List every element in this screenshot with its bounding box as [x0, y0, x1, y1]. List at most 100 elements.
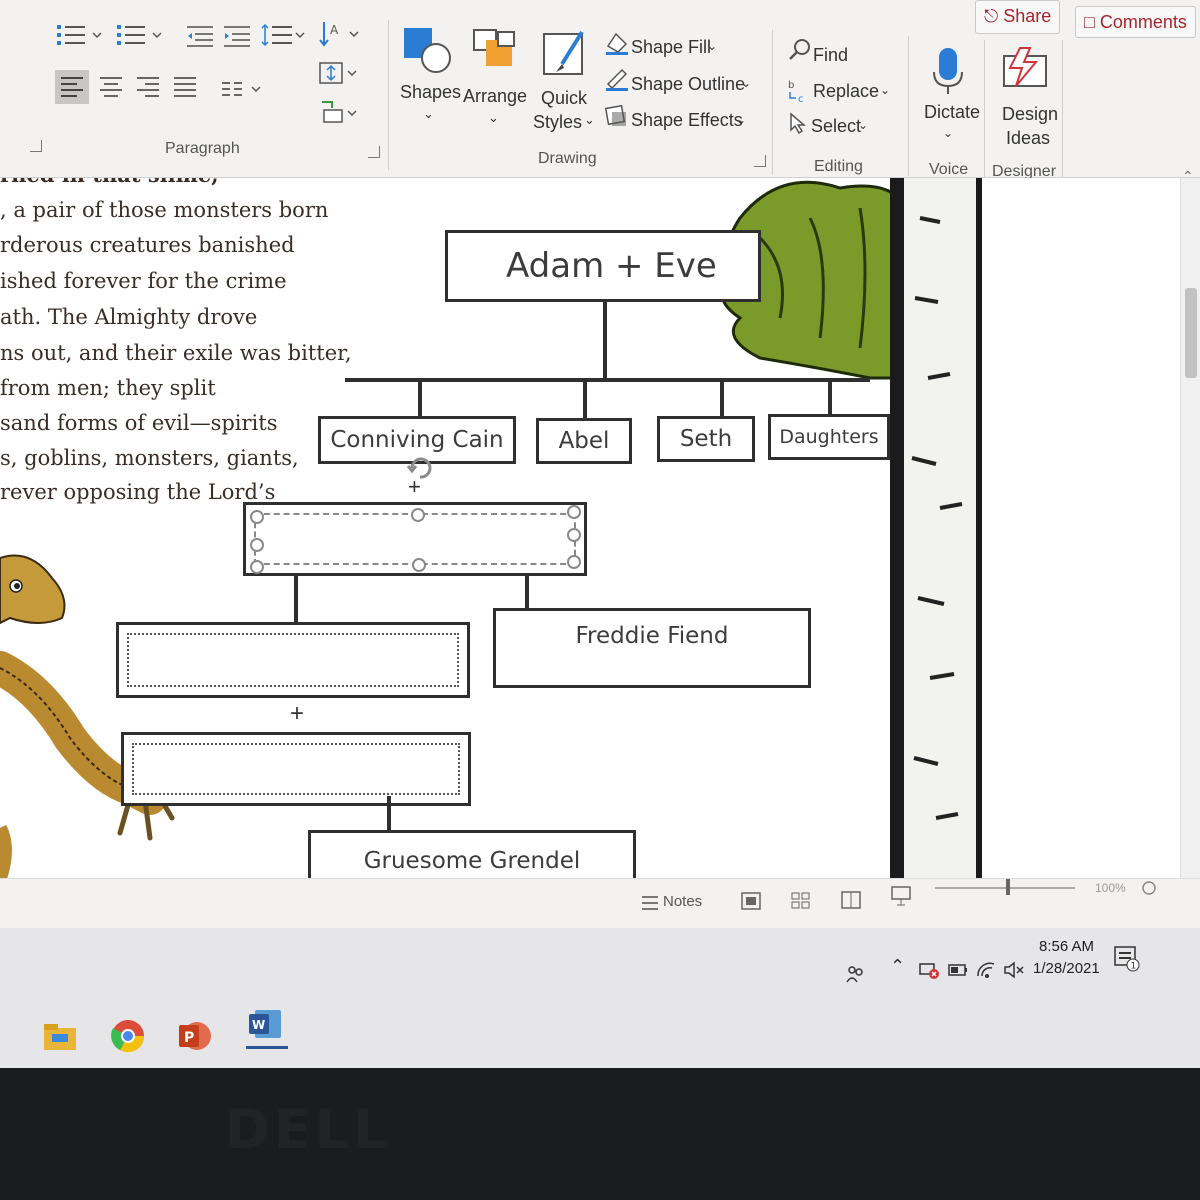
quick-styles-label-2[interactable]: Styles	[533, 112, 582, 133]
align-right-icon[interactable]	[133, 72, 163, 102]
scroll-thumb[interactable]	[1185, 288, 1197, 378]
paragraph-launcher-icon[interactable]	[30, 140, 42, 152]
paragraph-dialog-launcher-icon[interactable]	[368, 146, 380, 158]
normal-view-icon[interactable]	[740, 891, 762, 911]
quick-styles-chevron-icon[interactable]: ⌄	[584, 112, 595, 128]
battery-icon[interactable]	[947, 962, 969, 978]
increase-indent-icon[interactable]	[222, 24, 254, 48]
quick-styles-label-1[interactable]: Quick	[541, 88, 587, 109]
arrange-icon[interactable]	[472, 28, 518, 72]
columns-icon[interactable]	[220, 78, 270, 100]
separator	[1062, 40, 1063, 178]
notes-icon[interactable]	[640, 893, 660, 911]
shape-outline-chevron-icon[interactable]: ⌄	[741, 76, 751, 90]
replace-chevron-icon[interactable]: ⌄	[880, 83, 890, 97]
justify-icon[interactable]	[170, 72, 200, 102]
tree-node-child[interactable]: Seth	[657, 416, 755, 462]
resize-handle[interactable]	[412, 558, 426, 572]
wifi-icon[interactable]	[975, 960, 997, 980]
tree-node-empty[interactable]	[116, 622, 470, 698]
share-button[interactable]: ⎋ Share	[975, 0, 1061, 34]
text-placeholder[interactable]	[127, 633, 459, 687]
slide-sorter-icon[interactable]	[790, 891, 812, 911]
status-bar: Notes 100%	[0, 878, 1200, 928]
poem-line: ished forever for the crime	[0, 269, 287, 293]
design-ideas-icon[interactable]	[1002, 46, 1050, 94]
find-icon[interactable]	[788, 38, 812, 62]
design-ideas-label-2[interactable]: Ideas	[1006, 128, 1050, 149]
zoom-level[interactable]: 100%	[1095, 881, 1126, 895]
shape-fill-chevron-icon[interactable]: ⌄	[707, 39, 717, 53]
shape-outline-label[interactable]: Shape Outline	[631, 74, 745, 95]
dictate-label[interactable]: Dictate	[924, 102, 980, 123]
zoom-slider[interactable]	[935, 887, 1075, 889]
arrange-chevron-icon[interactable]: ⌄	[488, 110, 499, 126]
shape-outline-icon[interactable]	[604, 66, 630, 92]
align-text-icon[interactable]	[318, 60, 362, 86]
resize-handle[interactable]	[567, 505, 581, 519]
shape-fill-icon[interactable]	[604, 30, 630, 56]
tree-node-child[interactable]: Abel	[536, 418, 632, 464]
replace-label[interactable]: Replace	[813, 81, 879, 102]
fit-slide-icon[interactable]	[1140, 879, 1158, 897]
security-alert-icon[interactable]	[918, 960, 940, 980]
resize-handle[interactable]	[250, 510, 264, 524]
quick-styles-icon[interactable]	[542, 30, 588, 80]
select-icon[interactable]	[788, 112, 810, 134]
shapes-label[interactable]: Shapes	[400, 82, 461, 103]
arrange-label[interactable]: Arrange	[463, 86, 527, 107]
reading-view-icon[interactable]	[840, 889, 862, 911]
text-direction-icon[interactable]: A	[318, 20, 362, 48]
shapes-icon[interactable]	[402, 26, 454, 76]
convert-smartart-icon[interactable]	[318, 98, 362, 126]
clock-date[interactable]: 1/28/2021	[1033, 960, 1100, 977]
file-explorer-icon[interactable]	[40, 1016, 80, 1056]
notifications-icon[interactable]: 1	[1112, 944, 1140, 972]
shape-effects-icon[interactable]	[604, 104, 630, 128]
slideshow-icon[interactable]	[890, 885, 912, 907]
design-ideas-label-1[interactable]: Design	[1002, 104, 1058, 125]
poem-line: , a pair of those monsters born	[0, 198, 329, 222]
decrease-indent-icon[interactable]	[185, 24, 217, 48]
find-label[interactable]: Find	[813, 45, 848, 66]
notes-label[interactable]: Notes	[663, 893, 702, 910]
vertical-scrollbar[interactable]	[1180, 178, 1200, 878]
group-label-paragraph: Paragraph	[165, 140, 240, 157]
powerpoint-icon[interactable]: P	[175, 1016, 215, 1056]
line-spacing-icon[interactable]	[260, 22, 308, 48]
align-center-icon[interactable]	[96, 72, 126, 102]
drawing-dialog-launcher-icon[interactable]	[754, 155, 766, 167]
select-chevron-icon[interactable]: ⌄	[858, 118, 868, 132]
tree-node-fiend[interactable]: Freddie Fiend	[493, 608, 811, 688]
shape-effects-label[interactable]: Shape Effects	[631, 110, 743, 131]
taskbar: ⌃ 8:56 AM 1/28/2021 1 P W	[0, 928, 1200, 1068]
word-icon[interactable]: W	[245, 1004, 285, 1044]
clock-time[interactable]: 8:56 AM	[1039, 938, 1094, 955]
resize-handle[interactable]	[411, 508, 425, 522]
shape-effects-chevron-icon[interactable]: ⌄	[736, 113, 746, 127]
microphone-icon[interactable]	[930, 46, 966, 96]
tree-node-empty[interactable]	[121, 732, 471, 806]
dictate-chevron-icon[interactable]: ⌄	[943, 126, 953, 140]
resize-handle[interactable]	[250, 538, 264, 552]
bullets-icon[interactable]	[55, 22, 107, 48]
volume-muted-icon[interactable]	[1002, 960, 1026, 980]
text-placeholder[interactable]	[132, 743, 460, 795]
tree-node-root[interactable]: Adam + Eve	[445, 230, 761, 302]
tree-node-grendel[interactable]: Gruesome Grendel	[308, 830, 636, 878]
comments-button[interactable]: □ Comments	[1075, 6, 1196, 38]
numbering-icon[interactable]	[115, 22, 167, 48]
people-icon[interactable]	[845, 964, 865, 984]
resize-handle[interactable]	[250, 560, 264, 574]
chevron-up-icon[interactable]: ⌃	[890, 956, 905, 977]
zoom-slider-thumb[interactable]	[1006, 879, 1010, 895]
resize-handle[interactable]	[567, 555, 581, 569]
shapes-chevron-icon[interactable]: ⌄	[423, 106, 434, 122]
select-label[interactable]: Select	[811, 116, 861, 137]
tree-node-child[interactable]: Daughters	[768, 414, 890, 460]
replace-icon[interactable]: b c	[786, 78, 812, 104]
shape-fill-label[interactable]: Shape Fill	[631, 37, 711, 58]
resize-handle[interactable]	[567, 528, 581, 542]
align-left-icon[interactable]	[55, 70, 89, 104]
chrome-icon[interactable]	[108, 1016, 148, 1056]
